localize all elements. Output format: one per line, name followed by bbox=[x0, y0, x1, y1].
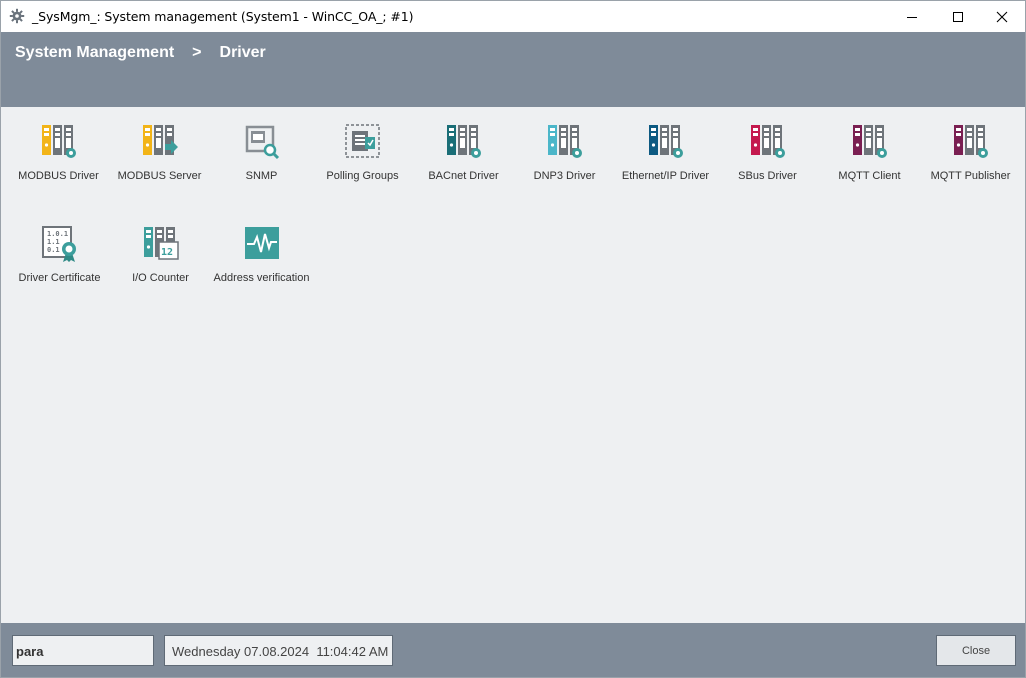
server-rack-icon bbox=[142, 125, 178, 155]
tile-mqtt-client[interactable]: MQTT Client bbox=[819, 123, 920, 182]
io-counter-icon: 12 bbox=[143, 227, 179, 260]
driver-rack-icon bbox=[446, 125, 481, 158]
tile-modbus-driver[interactable]: MODBUS Driver bbox=[8, 123, 109, 182]
maximize-button[interactable] bbox=[935, 1, 981, 32]
maximize-icon bbox=[953, 11, 963, 22]
svg-text:1.1: 1.1 bbox=[47, 238, 60, 246]
tile-label: DNP3 Driver bbox=[533, 170, 596, 182]
window-title: _SysMgm_: System management (System1 - W… bbox=[32, 9, 414, 24]
status-footer: para Wednesday 07.08.2024 11:04:42 AM Cl… bbox=[1, 623, 1025, 677]
tile-label: MODBUS Server bbox=[117, 170, 202, 182]
tile-label: BACnet Driver bbox=[428, 170, 499, 182]
window-close-button[interactable] bbox=[979, 1, 1025, 32]
svg-text:0.1: 0.1 bbox=[47, 246, 60, 254]
breadcrumb: System Management > Driver bbox=[15, 44, 266, 62]
driver-rack-icon bbox=[953, 125, 988, 158]
tile-io-counter[interactable]: 12 I/O Counter bbox=[110, 225, 211, 284]
tile-label: MQTT Publisher bbox=[930, 170, 1011, 182]
tile-mqtt-publisher[interactable]: MQTT Publisher bbox=[920, 123, 1021, 182]
driver-rack-icon bbox=[41, 125, 76, 158]
tile-polling-groups[interactable]: Polling Groups bbox=[312, 123, 413, 182]
minimize-button[interactable] bbox=[889, 1, 935, 32]
certificate-icon: 1.0.1 1.1 0.1 bbox=[41, 226, 76, 262]
tile-label: MQTT Client bbox=[838, 170, 901, 182]
svg-text:12: 12 bbox=[161, 247, 173, 258]
driver-rack-icon bbox=[547, 125, 582, 158]
user-field: para bbox=[12, 635, 154, 666]
waveform-icon bbox=[244, 227, 279, 259]
tile-bacnet-driver[interactable]: BACnet Driver bbox=[413, 123, 514, 182]
gear-icon bbox=[9, 8, 25, 24]
breadcrumb-current: Driver bbox=[219, 44, 266, 61]
minimize-icon bbox=[907, 16, 917, 18]
tile-label: Address verification bbox=[213, 272, 310, 284]
datetime-field: Wednesday 07.08.2024 11:04:42 AM bbox=[164, 635, 393, 666]
tile-label: Polling Groups bbox=[326, 170, 399, 182]
svg-text:1.0.1: 1.0.1 bbox=[47, 230, 68, 238]
tile-label: MODBUS Driver bbox=[18, 170, 99, 182]
tile-driver-certificate[interactable]: 1.0.1 1.1 0.1 Driver Certificate bbox=[9, 225, 110, 284]
tile-label: I/O Counter bbox=[132, 272, 189, 284]
breadcrumb-root[interactable]: System Management bbox=[15, 44, 174, 62]
driver-rack-icon bbox=[750, 125, 785, 158]
snmp-search-icon bbox=[245, 125, 279, 160]
close-button[interactable]: Close bbox=[936, 635, 1016, 666]
breadcrumb-separator: > bbox=[192, 44, 202, 61]
title-bar[interactable]: _SysMgm_: System management (System1 - W… bbox=[1, 1, 1025, 32]
tile-address-verification[interactable]: Address verification bbox=[211, 225, 312, 284]
tile-ethernet-ip-driver[interactable]: Ethernet/IP Driver bbox=[615, 123, 716, 182]
tile-sbus-driver[interactable]: SBus Driver bbox=[717, 123, 818, 182]
tile-label: SBus Driver bbox=[738, 170, 797, 182]
header-banner: System Management > Driver bbox=[1, 32, 1025, 107]
driver-rack-icon bbox=[648, 125, 683, 158]
tile-dnp3-driver[interactable]: DNP3 Driver bbox=[514, 123, 615, 182]
tile-label: SNMP bbox=[245, 170, 278, 182]
driver-tiles-panel: MODBUS Driver MODBUS Server SNMP Polling… bbox=[1, 107, 1025, 623]
tile-snmp[interactable]: SNMP bbox=[211, 123, 312, 182]
driver-rack-icon bbox=[852, 125, 887, 158]
tile-modbus-server[interactable]: MODBUS Server bbox=[109, 123, 210, 182]
polling-groups-icon bbox=[344, 124, 380, 158]
tile-label: Ethernet/IP Driver bbox=[621, 170, 710, 182]
tile-label: Driver Certificate bbox=[18, 272, 101, 284]
close-icon bbox=[996, 11, 1008, 22]
system-management-window: _SysMgm_: System management (System1 - W… bbox=[0, 0, 1026, 678]
